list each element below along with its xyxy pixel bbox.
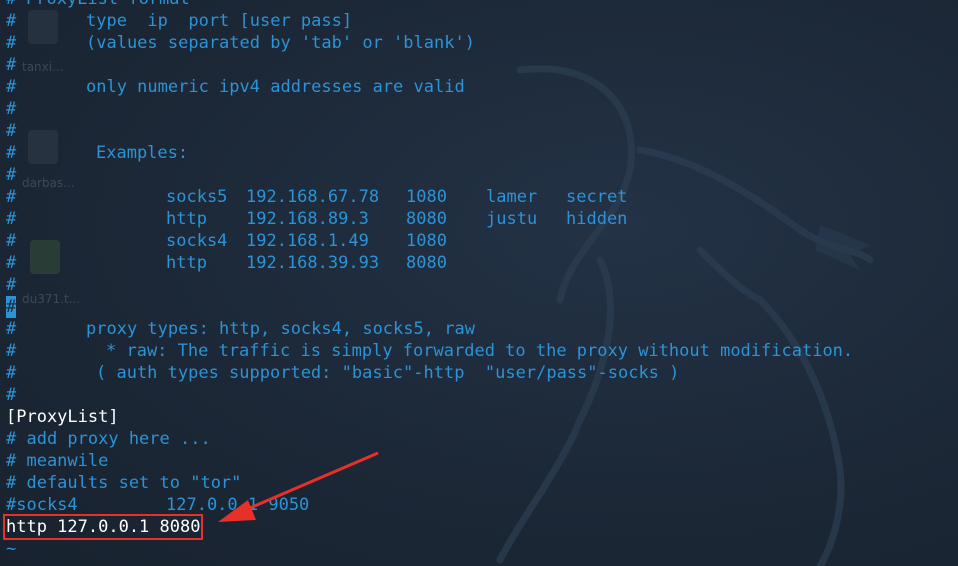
empty-buffer-line: ~: [6, 538, 67, 560]
comment-line: # Examples:: [6, 142, 188, 164]
line-text: ProxyList format: [26, 0, 190, 10]
comment-line: # ( auth types supported: "basic"-http "…: [6, 362, 679, 384]
proxy-ip: 192.168.39.93: [246, 253, 380, 273]
proxy-port: 1080: [406, 187, 447, 207]
example-proxy-line: # http 192.168.39.93 8080: [6, 252, 447, 274]
proxy-port: 1080: [406, 231, 447, 251]
comment-line: #: [6, 164, 67, 186]
end-of-buffer-tilde: ~: [6, 539, 17, 559]
line-text: (values separated by 'tab' or 'blank'): [86, 33, 475, 53]
proxy-pass: secret: [566, 187, 628, 207]
comment-hash: #: [6, 253, 17, 273]
proxy-user: lamer: [486, 187, 538, 207]
comment-hash: #: [6, 275, 17, 295]
proxy-pass: hidden: [566, 209, 628, 229]
annotation-highlight-box: [3, 514, 203, 540]
comment-line: # add proxy here ...: [6, 428, 211, 450]
terminal-window[interactable]: tanxi... darbas... du371.t... # ProxyLis…: [0, 0, 958, 566]
line-text: ( auth types supported: "basic"-http "us…: [96, 363, 680, 383]
comment-hash: #: [6, 187, 17, 207]
proxy-ip: 192.168.89.3: [246, 209, 369, 229]
line-text: Examples:: [96, 143, 189, 163]
comment-line: #: [6, 54, 67, 76]
commented-proxy-line: #socks4 127.0.0.1 9050: [6, 494, 309, 516]
comment-line: #: [6, 296, 67, 318]
line-text: # meanwile: [6, 451, 109, 471]
comment-line: # meanwile: [6, 450, 108, 472]
comment-hash: #: [6, 209, 17, 229]
comment-line: #: [6, 98, 67, 120]
comment-line: # proxy types: http, socks4, socks5, raw: [6, 318, 475, 340]
proxy-type: socks5: [166, 187, 228, 207]
line-text: # defaults set to "tor": [6, 473, 242, 493]
comment-line: # defaults set to "tor": [6, 472, 241, 494]
proxy-type: socks4: [166, 231, 228, 251]
comment-hash: #: [6, 77, 17, 97]
comment-line: # ProxyList format: [6, 0, 190, 10]
comment-line: # * raw: The traffic is simply forwarded…: [6, 340, 853, 362]
comment-hash: #: [6, 99, 17, 119]
proxylist-section-header: [ProxyList]: [6, 407, 119, 427]
proxy-type: http: [166, 253, 207, 273]
comment-line: #: [6, 274, 67, 296]
comment-hash: #: [6, 319, 17, 339]
comment-hash: #: [6, 33, 17, 53]
comment-hash: #: [6, 165, 17, 185]
line-text: only numeric ipv4 addresses are valid: [86, 77, 465, 97]
example-proxy-line: # socks5 192.168.67.78 1080 lamer secret: [6, 186, 627, 208]
comment-hash: #: [6, 0, 16, 10]
proxy-ip: 192.168.1.49: [246, 231, 369, 251]
proxy-address: 127.0.0.1 9050: [166, 495, 310, 515]
comment-line: #: [6, 384, 67, 406]
comment-line: # (values separated by 'tab' or 'blank'): [6, 32, 475, 54]
comment-hash: #: [6, 55, 17, 75]
proxy-port: 8080: [406, 253, 447, 273]
comment-hash: #: [6, 341, 17, 361]
line-text: proxy types: http, socks4, socks5, raw: [86, 319, 475, 339]
line-text: type ip port [user pass]: [86, 11, 353, 31]
proxy-ip: 192.168.67.78: [246, 187, 380, 207]
proxy-type: #socks4: [6, 495, 78, 515]
proxy-user: justu: [486, 209, 538, 229]
comment-line: # type ip port [user pass]: [6, 10, 352, 32]
comment-hash: #: [6, 385, 17, 405]
example-proxy-line: # http 192.168.89.3 8080 justu hidden: [6, 208, 627, 230]
proxy-type: http: [166, 209, 207, 229]
comment-hash: #: [6, 11, 17, 31]
comment-hash: #: [6, 231, 17, 251]
comment-hash: #: [6, 143, 17, 163]
proxy-port: 8080: [406, 209, 447, 229]
example-proxy-line: # socks4 192.168.1.49 1080: [6, 230, 447, 252]
editor-buffer[interactable]: # ProxyList format # type ip port [user …: [6, 0, 853, 560]
comment-hash: #: [6, 121, 17, 141]
comment-line: # only numeric ipv4 addresses are valid: [6, 76, 465, 98]
text-cursor[interactable]: #: [6, 296, 17, 318]
line-text: # add proxy here ...: [6, 429, 211, 449]
comment-hash: #: [6, 363, 17, 383]
comment-line: #: [6, 120, 67, 142]
section-header-line: [ProxyList]: [6, 406, 119, 428]
line-text: * raw: The traffic is simply forwarded t…: [106, 341, 854, 361]
